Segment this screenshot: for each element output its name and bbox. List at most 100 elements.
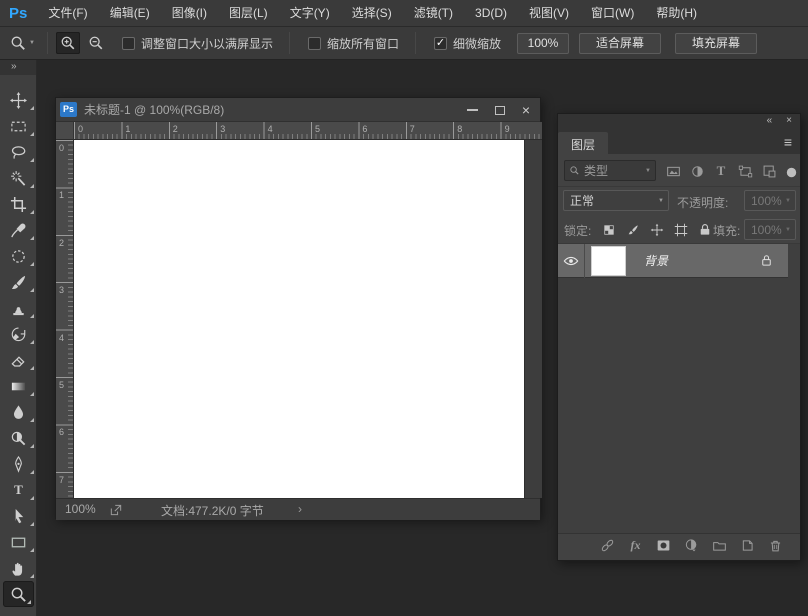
chevron-down-icon: ▼ <box>645 168 651 174</box>
vertical-ruler[interactable]: 01234567 <box>56 140 74 498</box>
minimize-icon[interactable] <box>467 109 478 111</box>
delete-layer-icon[interactable] <box>768 538 783 554</box>
layer-mask-icon[interactable] <box>656 538 671 554</box>
pen-tool[interactable] <box>0 451 37 477</box>
tab-layers[interactable]: 图层 <box>558 132 608 154</box>
eyedropper-tool[interactable] <box>0 217 37 243</box>
tool-preset-badge[interactable]: ▼ <box>0 35 41 51</box>
link-layers-icon[interactable] <box>600 538 615 554</box>
flyout-triangle-icon <box>30 470 34 474</box>
canvas[interactable] <box>74 140 524 498</box>
status-chevron-icon[interactable]: › <box>298 502 302 516</box>
search-icon <box>569 165 580 176</box>
shape-tool[interactable] <box>0 529 37 555</box>
hand-tool[interactable] <box>0 555 37 581</box>
history-brush-tool[interactable] <box>0 321 37 347</box>
ruler-v-label: 1 <box>59 190 64 200</box>
smart-object-filter-icon[interactable] <box>760 162 778 180</box>
checkbox-icon[interactable]: ✓ <box>434 37 447 50</box>
flyout-triangle-icon <box>30 496 34 500</box>
crop-tool[interactable] <box>0 191 37 217</box>
marquee-tool[interactable] <box>0 113 37 139</box>
ruler-corner[interactable] <box>56 122 74 140</box>
ruler-h-label: 1 <box>125 124 130 134</box>
lock-all-icon[interactable] <box>696 221 714 239</box>
type-tool[interactable]: T <box>0 477 37 503</box>
menu-item-3[interactable]: 图像(I) <box>161 0 218 27</box>
checkbox-option-2[interactable]: 缩放所有窗口 <box>308 35 399 52</box>
zoom-level-field[interactable]: 100% <box>517 33 569 54</box>
adjustment-layer-icon[interactable] <box>684 538 699 554</box>
ruler-h-label: 8 <box>457 124 462 134</box>
scrollbar-gutter[interactable] <box>524 140 542 498</box>
lock-label: 锁定: <box>564 222 591 239</box>
brush-tool[interactable] <box>0 269 37 295</box>
menu-item-2[interactable]: 编辑(E) <box>99 0 161 27</box>
path-select-tool[interactable] <box>0 503 37 529</box>
type-layer-filter-icon[interactable]: T <box>712 162 730 180</box>
menu-item-9[interactable]: 视图(V) <box>518 0 580 27</box>
lock-pixels-icon[interactable] <box>624 221 642 239</box>
filter-toggle-icon[interactable] <box>782 163 800 181</box>
opacity-field[interactable]: 100% ▼ <box>744 190 796 211</box>
zoom-out-button[interactable] <box>84 32 108 54</box>
fill-screen-button[interactable]: 填充屏幕 <box>675 33 757 54</box>
lasso-tool[interactable] <box>0 139 37 165</box>
dodge-tool[interactable] <box>0 425 37 451</box>
toolbar: » T <box>0 60 37 616</box>
layer-group-icon[interactable] <box>712 538 727 554</box>
menu-item-1[interactable]: 文件(F) <box>37 0 98 27</box>
eraser-tool[interactable] <box>0 347 37 373</box>
maximize-icon[interactable] <box>495 106 505 115</box>
checkbox-icon[interactable] <box>308 37 321 50</box>
document-size-info[interactable]: 文档:477.2K/0 字节 <box>161 502 264 519</box>
clone-stamp-tool[interactable] <box>0 295 37 321</box>
toolbar-collapse-button[interactable]: » <box>0 60 36 75</box>
shape-layer-filter-icon[interactable] <box>736 162 754 180</box>
layer-effects-icon[interactable]: fx <box>628 538 643 554</box>
new-layer-icon[interactable] <box>740 538 755 554</box>
statusbar-zoom-field[interactable]: 100% <box>65 502 96 516</box>
share-icon[interactable] <box>109 503 123 517</box>
move-tool[interactable] <box>0 87 37 113</box>
layer-visibility-toggle[interactable] <box>558 244 585 278</box>
flyout-triangle-icon <box>30 314 34 318</box>
zoom-tool[interactable] <box>3 581 34 607</box>
gradient-tool[interactable] <box>0 373 37 399</box>
lock-position-icon[interactable] <box>648 221 666 239</box>
menu-item-11[interactable]: 帮助(H) <box>645 0 708 27</box>
menu-item-4[interactable]: 图层(L) <box>218 0 279 27</box>
healing-brush-tool[interactable] <box>0 243 37 269</box>
collapse-panel-icon[interactable]: « <box>767 116 773 126</box>
pixel-layer-filter-icon[interactable] <box>664 162 682 180</box>
magic-wand-tool[interactable] <box>0 165 37 191</box>
document-titlebar[interactable]: Ps 未标题-1 @ 100%(RGB/8) × <box>56 98 540 122</box>
layer-filter-type-dropdown[interactable]: 类型 ▼ <box>564 160 656 181</box>
menu-item-5[interactable]: 文字(Y) <box>279 0 341 27</box>
menu-item-10[interactable]: 窗口(W) <box>580 0 645 27</box>
fill-field[interactable]: 100% ▼ <box>744 219 796 240</box>
menu-item-8[interactable]: 3D(D) <box>464 0 518 27</box>
close-panel-icon[interactable]: × <box>786 116 792 126</box>
tool-list: T <box>0 75 36 607</box>
fit-screen-button[interactable]: 适合屏幕 <box>579 33 661 54</box>
adjustment-layer-filter-icon[interactable] <box>688 162 706 180</box>
chevron-down-icon: ▼ <box>29 40 35 46</box>
checkbox-icon[interactable] <box>122 37 135 50</box>
menu-item-6[interactable]: 选择(S) <box>341 0 403 27</box>
close-icon[interactable]: × <box>522 103 530 117</box>
panel-menu-icon[interactable]: ≡ <box>784 134 792 150</box>
zoom-in-button[interactable] <box>56 32 80 54</box>
lock-artboard-icon[interactable] <box>672 221 690 239</box>
layer-thumbnail[interactable] <box>591 246 626 276</box>
lock-transparency-icon[interactable] <box>600 221 618 239</box>
layer-row[interactable]: 背景 <box>558 244 788 278</box>
blend-mode-dropdown[interactable]: 正常 ▼ <box>563 190 669 211</box>
chevron-down-icon: ▼ <box>785 198 791 204</box>
flyout-triangle-icon <box>30 262 34 266</box>
menu-item-7[interactable]: 滤镜(T) <box>403 0 464 27</box>
checkbox-option-3[interactable]: ✓细微缩放 <box>434 35 501 52</box>
blur-tool[interactable] <box>0 399 37 425</box>
checkbox-option-1[interactable]: 调整窗口大小以满屏显示 <box>122 35 273 52</box>
horizontal-ruler[interactable]: 0123456789 <box>74 122 542 140</box>
